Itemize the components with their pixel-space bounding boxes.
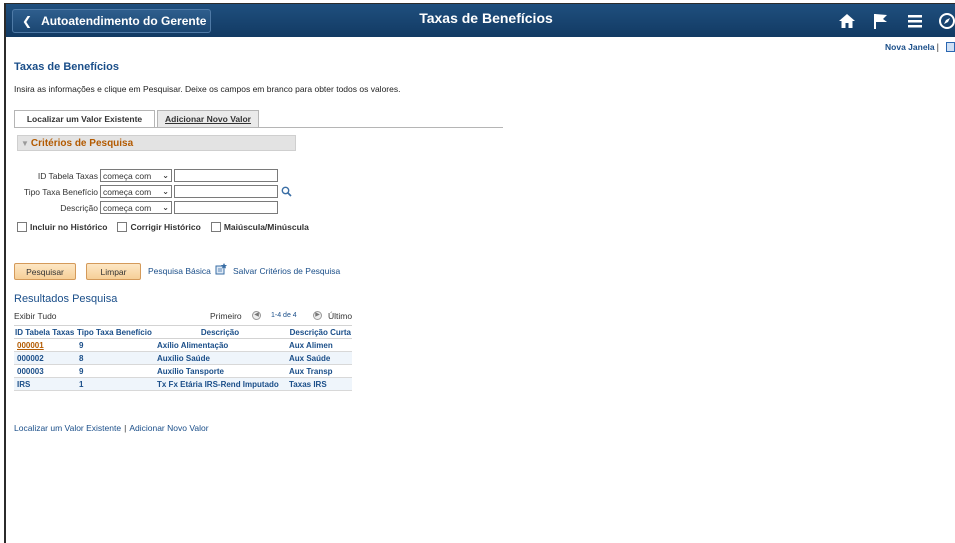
column-header-short-description[interactable]: Descrição Curta — [286, 325, 352, 339]
table-cell-link[interactable]: 000003 — [14, 364, 76, 378]
benefit-rate-type-operator-value: começa com — [103, 186, 152, 197]
table-cell-link[interactable]: IRS — [14, 377, 76, 391]
field-row-rate-table-id: ID Tabela Taxas começa com ⌄ — [6, 169, 278, 182]
compass-icon[interactable] — [938, 12, 955, 30]
correct-history-checkbox[interactable] — [117, 222, 128, 232]
column-header-benefit-rate-type[interactable]: Tipo Taxa Benefício — [76, 325, 154, 339]
tab-add-new-label: Adicionar Novo Valor — [165, 114, 251, 124]
menu-icon[interactable] — [906, 12, 924, 30]
last-link[interactable]: Último — [328, 311, 352, 321]
footer-separator: | — [124, 423, 127, 433]
results-table: ID Tabela Taxas Tipo Taxa Benefício Desc… — [14, 325, 352, 391]
search-options: Incluir no Histórico Corrigir Histórico … — [17, 222, 319, 232]
include-history-option[interactable]: Incluir no Histórico — [17, 222, 107, 232]
rate-table-id-label: ID Tabela Taxas — [37, 170, 98, 181]
clear-button[interactable]: Limpar — [86, 263, 141, 280]
case-sensitive-option[interactable]: Maiúscula/Minúscula — [210, 222, 309, 232]
page-title: Taxas de Benefícios — [14, 61, 119, 73]
tab-find-existing-label: Localizar um Valor Existente — [26, 114, 143, 124]
footer-add-new-link[interactable]: Adicionar Novo Valor — [129, 423, 208, 433]
chevron-left-icon: ❮ — [22, 14, 33, 28]
description-operator-value: começa com — [103, 202, 152, 213]
table-cell-link[interactable]: Tx Fx Etária IRS-Rend Imputado — [154, 377, 286, 391]
table-cell-link[interactable]: Taxas IRS — [286, 377, 352, 391]
show-all-link[interactable]: Exibir Tudo — [14, 311, 57, 321]
collapse-triangle-icon: ▼ — [21, 138, 29, 148]
table-cell-link[interactable]: 9 — [76, 364, 154, 378]
correct-history-label: Corrigir Histórico — [130, 222, 201, 232]
search-criteria-title: Critérios de Pesquisa — [30, 137, 134, 149]
search-button[interactable]: Pesquisar — [14, 263, 76, 280]
results-title: Resultados Pesquisa — [14, 293, 118, 305]
table-row[interactable]: 000002 8 Auxílio Saúde Aux Saúde — [14, 351, 352, 365]
include-history-checkbox[interactable] — [17, 222, 27, 232]
description-label: Descrição — [60, 202, 98, 213]
back-button-label: Autoatendimento do Gerente — [41, 14, 207, 28]
tab-find-existing[interactable]: Localizar um Valor Existente — [14, 110, 155, 127]
correct-history-option[interactable]: Corrigir Histórico — [117, 222, 201, 232]
chevron-down-icon: ⌄ — [162, 171, 169, 180]
rate-table-id-operator-value: começa com — [103, 170, 152, 181]
column-header-description[interactable]: Descrição — [154, 325, 286, 339]
description-input[interactable] — [174, 201, 278, 214]
table-cell-link[interactable]: Axílio Alimentação — [154, 338, 286, 352]
basic-search-link[interactable]: Pesquisa Básica — [148, 266, 211, 276]
banner-title: Taxas de Benefícios — [419, 10, 553, 26]
chevron-down-icon: ⌄ — [162, 203, 169, 212]
benefit-rate-type-label: Tipo Taxa Benefício — [23, 186, 98, 197]
results-range: 1-4 de 4 — [271, 312, 297, 319]
results-navigation: Exibir Tudo Primeiro ◀ 1-4 de 4 ▶ Último — [14, 311, 354, 323]
table-cell-link[interactable]: 9 — [76, 338, 154, 352]
table-cell-link[interactable]: 000002 — [14, 351, 76, 365]
table-row[interactable]: IRS 1 Tx Fx Etária IRS-Rend Imputado Tax… — [14, 377, 352, 391]
new-window-link[interactable]: Nova Janela — [885, 42, 935, 52]
case-sensitive-checkbox[interactable] — [210, 222, 221, 232]
include-history-label: Incluir no Histórico — [30, 222, 108, 232]
back-button[interactable]: ❮ Autoatendimento do Gerente — [12, 9, 211, 33]
table-cell-link[interactable]: 1 — [76, 377, 154, 391]
search-criteria-header[interactable]: ▼ Critérios de Pesquisa — [17, 135, 296, 151]
new-window-link-area: Nova Janela | — [885, 42, 941, 52]
chevron-down-icon: ⌄ — [162, 187, 169, 196]
table-cell-link[interactable]: Auxílio Tansporte — [154, 364, 286, 378]
footer-links: Localizar um Valor Existente | Adicionar N… — [14, 423, 209, 433]
case-sensitive-label: Maiúscula/Minúscula — [223, 222, 309, 232]
next-icon[interactable]: ▶ — [313, 311, 322, 320]
table-cell-link[interactable]: Auxílio Saúde — [154, 351, 286, 365]
table-cell-link[interactable]: Aux Alimen — [286, 338, 352, 352]
instructions-text: Insira as informações e clique em Pesqui… — [14, 84, 401, 94]
help-icon[interactable] — [946, 42, 955, 52]
rate-table-id-input[interactable] — [174, 169, 278, 182]
results-header-row: ID Tabela Taxas Tipo Taxa Benefício Desc… — [14, 325, 352, 339]
field-row-description: Descrição começa com ⌄ — [6, 201, 278, 214]
first-link[interactable]: Primeiro — [210, 311, 242, 321]
column-header-rate-table-id[interactable]: ID Tabela Taxas — [14, 325, 76, 339]
previous-icon[interactable]: ◀ — [252, 311, 261, 320]
home-icon[interactable] — [838, 12, 856, 30]
top-banner: ❮ Autoatendimento do Gerente Taxas de Be… — [6, 4, 955, 37]
table-cell-link[interactable]: Aux Transp — [286, 364, 352, 378]
table-row[interactable]: 000001 9 Axílio Alimentação Aux Alimen — [14, 338, 352, 352]
tab-add-new[interactable]: Adicionar Novo Valor — [157, 110, 259, 127]
footer-find-existing-link[interactable]: Localizar um Valor Existente — [14, 423, 121, 433]
save-criteria-icon[interactable] — [215, 263, 227, 275]
flag-icon[interactable] — [872, 12, 890, 30]
app-frame: ❮ Autoatendimento do Gerente Taxas de Be… — [4, 3, 955, 543]
table-cell-link[interactable]: 8 — [76, 351, 154, 365]
table-cell-link[interactable]: Aux Saúde — [286, 351, 352, 365]
lookup-search-icon[interactable] — [281, 186, 292, 197]
field-row-benefit-rate-type: Tipo Taxa Benefício começa com ⌄ — [6, 185, 292, 198]
benefit-rate-type-input[interactable] — [174, 185, 278, 198]
save-criteria-link[interactable]: Salvar Critérios de Pesquisa — [233, 266, 340, 276]
table-cell-link[interactable]: 000001 — [14, 338, 76, 352]
description-operator-select[interactable]: começa com ⌄ — [100, 201, 172, 214]
table-row[interactable]: 000003 9 Auxílio Tansporte Aux Transp — [14, 364, 352, 378]
benefit-rate-type-operator-select[interactable]: começa com ⌄ — [100, 185, 172, 198]
rate-table-id-operator-select[interactable]: começa com ⌄ — [100, 169, 172, 182]
new-window-separator: | — [936, 42, 939, 52]
tab-divider — [14, 127, 503, 128]
